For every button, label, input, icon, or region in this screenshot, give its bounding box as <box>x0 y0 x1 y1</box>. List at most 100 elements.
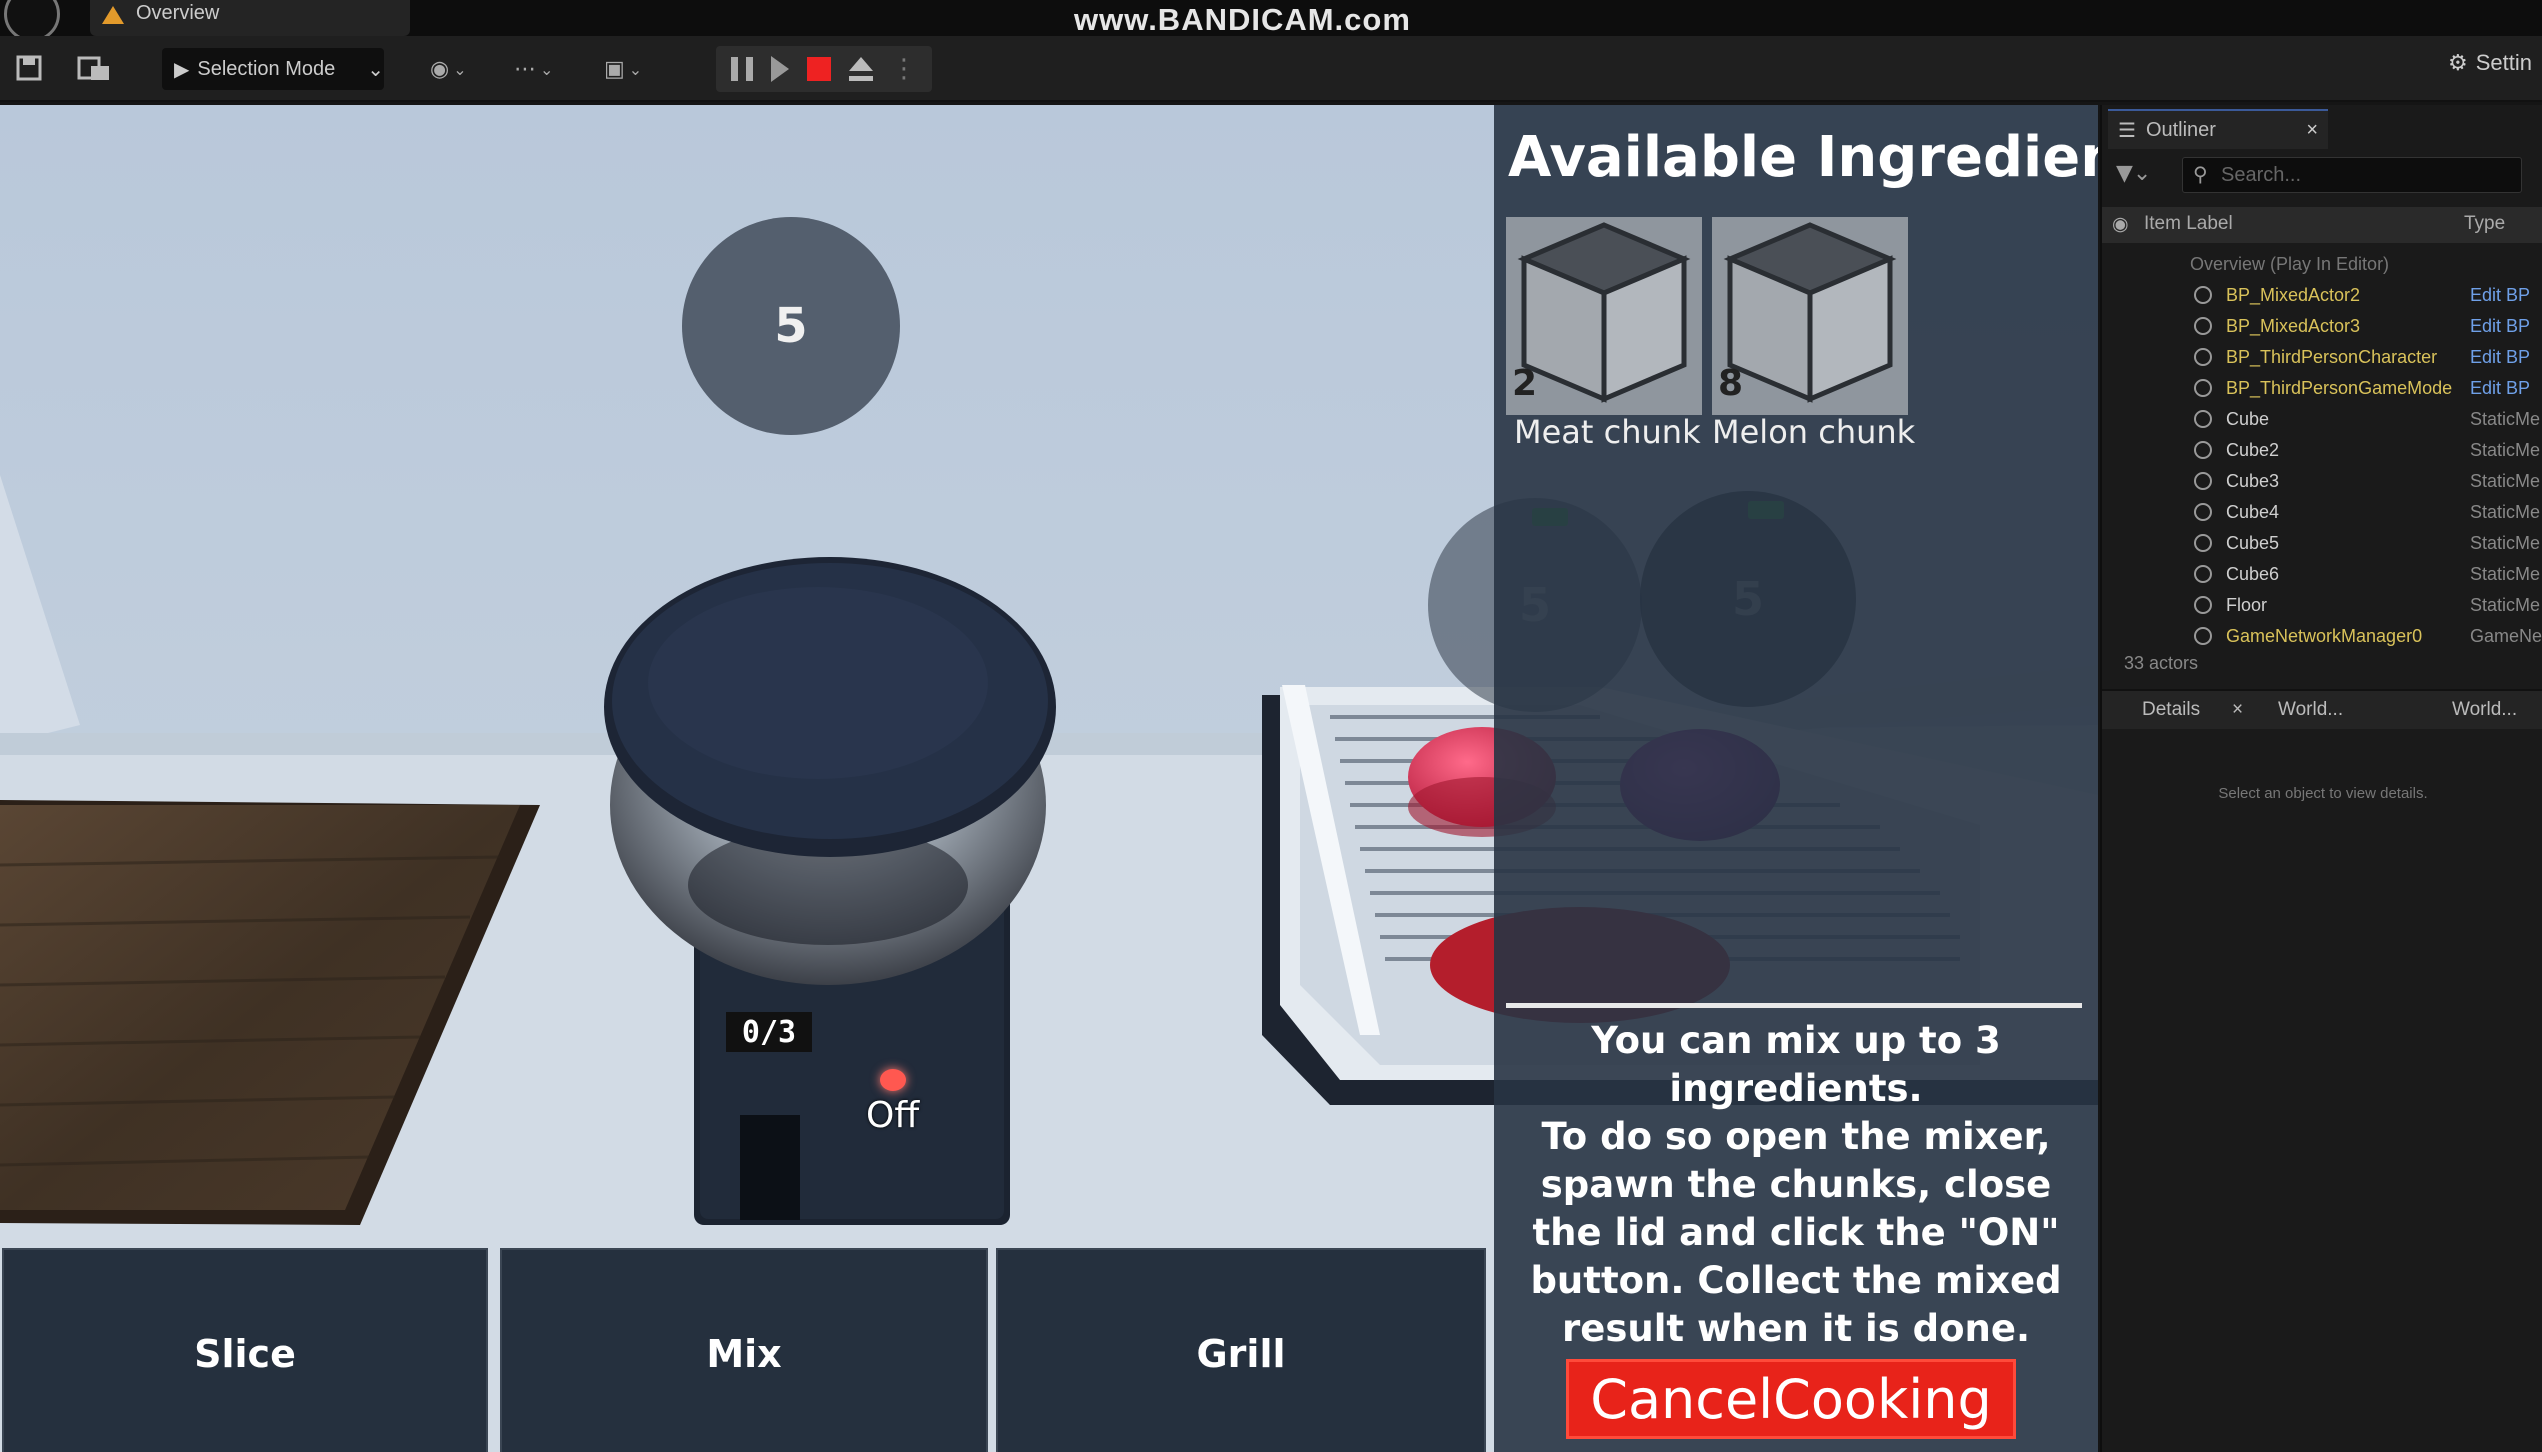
actor-type[interactable]: StaticMe <box>2470 440 2540 461</box>
ingredient-count: 2 <box>1512 363 1538 404</box>
frame-skip-icon[interactable] <box>771 56 789 82</box>
outliner-root-row[interactable]: Overview (Play In Editor) <box>2102 249 2542 280</box>
outliner-search-input[interactable]: ⚲ Search... <box>2182 157 2522 193</box>
play-controls: ⋮ <box>716 46 932 92</box>
eject-icon[interactable] <box>849 57 873 81</box>
details-tab[interactable]: Details <box>2142 699 2200 721</box>
outliner-row[interactable]: BP_ThirdPersonCharacter Edit BP <box>2102 342 2542 373</box>
actor-type[interactable]: StaticMe <box>2470 471 2540 492</box>
actor-name: Cube <box>2226 409 2270 429</box>
actor-type[interactable]: StaticMe <box>2470 502 2540 523</box>
static-mesh-icon <box>2194 503 2212 521</box>
actor-name: BP_MixedActor2 <box>2226 285 2361 305</box>
outliner-row[interactable]: BP_MixedActor2 Edit BP <box>2102 280 2542 311</box>
static-mesh-icon <box>2194 472 2212 490</box>
stop-icon[interactable] <box>807 57 831 81</box>
outliner-row[interactable]: GameNetworkManager0 GameNe <box>2102 621 2542 652</box>
blueprint-actor-icon <box>2194 348 2212 366</box>
ingredient-slot-meat[interactable]: 2 <box>1506 217 1702 415</box>
actor-type[interactable]: StaticMe <box>2470 595 2540 616</box>
actor-type[interactable]: Edit BP <box>2470 285 2530 306</box>
blueprint-actor-icon <box>2194 627 2212 645</box>
mixer-power-led[interactable] <box>880 1069 906 1091</box>
grill-button[interactable]: Grill <box>996 1248 1486 1452</box>
search-icon: ⚲ <box>2193 164 2208 186</box>
ingredients-panel: Available Ingredients 2 8 Meat chunk Mel… <box>1494 105 2098 1452</box>
ingredient-slot-melon[interactable]: 8 <box>1712 217 1908 415</box>
static-mesh-icon <box>2194 410 2212 428</box>
world-partition-tab[interactable]: World... <box>2452 699 2517 721</box>
actor-type[interactable]: Edit BP <box>2470 378 2530 399</box>
actor-name: BP_MixedActor3 <box>2226 316 2361 336</box>
selection-mode-label: Selection Mode <box>197 57 336 80</box>
outliner-row[interactable]: BP_MixedActor3 Edit BP <box>2102 311 2542 342</box>
outliner-row[interactable]: Cube3 StaticMe <box>2102 466 2542 497</box>
blueprint-icon: ⋯ <box>514 56 536 82</box>
add-actor-button[interactable]: ◉ ⌄ <box>430 50 467 88</box>
title-bar: Overview www.BANDICAM.com <box>0 0 2542 42</box>
outliner-icon: ☰ <box>2118 119 2136 142</box>
content-browser-icon[interactable] <box>74 46 114 90</box>
gear-icon: ⚙ <box>2448 50 2468 75</box>
level-tab-label: Overview <box>136 2 220 24</box>
chevron-down-icon: ⌄ <box>453 59 467 79</box>
world-settings-tab[interactable]: World... <box>2278 699 2343 721</box>
actor-name: Floor <box>2226 595 2268 615</box>
main-toolbar: ▶ Selection Mode ⌄ ◉ ⌄ ⋯ ⌄ ▣ ⌄ ⋮ ⚙ Settin <box>0 36 2542 102</box>
actor-type[interactable]: StaticMe <box>2470 564 2540 585</box>
selection-mode-dropdown[interactable]: ▶ Selection Mode ⌄ <box>162 48 384 90</box>
outliner-row[interactable]: Floor StaticMe <box>2102 590 2542 621</box>
details-empty-message: Select an object to view details. <box>2218 785 2428 802</box>
ingredient-name: Melon chunk <box>1712 413 1916 451</box>
chevron-down-icon: ⌄ <box>628 59 643 79</box>
chevron-down-icon: ⌄ <box>540 59 554 79</box>
mixer-power-label[interactable]: Off <box>866 1095 919 1136</box>
outliner-row[interactable]: Cube StaticMe <box>2102 404 2542 435</box>
mixer-ingredient-counter: 0/3 <box>726 1012 812 1052</box>
more-options-icon[interactable]: ⋮ <box>891 54 917 84</box>
actor-type[interactable]: Edit BP <box>2470 347 2530 368</box>
outliner-row[interactable]: Cube2 StaticMe <box>2102 435 2542 466</box>
cancel-cooking-button[interactable]: CancelCooking <box>1566 1359 2016 1439</box>
outliner-row[interactable]: Cube4 StaticMe <box>2102 497 2542 528</box>
cube-icon <box>1517 222 1691 403</box>
blueprints-button[interactable]: ⋯ ⌄ <box>514 50 553 88</box>
actor-type[interactable]: GameNe <box>2470 626 2542 647</box>
actor-type[interactable]: StaticMe <box>2470 533 2540 554</box>
cinematics-button[interactable]: ▣ ⌄ <box>604 50 642 88</box>
actor-type[interactable]: StaticMe <box>2470 409 2540 430</box>
filter-icon[interactable]: ▼⌄ <box>2116 161 2151 186</box>
save-icon[interactable] <box>12 46 46 90</box>
type-column[interactable]: Type <box>2464 213 2505 235</box>
outliner-tab[interactable]: ☰ Outliner × <box>2108 109 2328 149</box>
mix-button[interactable]: Mix <box>500 1248 988 1452</box>
actor-name: Cube6 <box>2226 564 2280 584</box>
outliner-row[interactable]: BP_ThirdPersonGameMode Edit BP <box>2102 373 2542 404</box>
outliner-list: Overview (Play In Editor) BP_MixedActor2… <box>2102 249 2542 652</box>
settings-button[interactable]: ⚙ Settin <box>2448 50 2532 76</box>
outliner-row[interactable]: Cube6 StaticMe <box>2102 559 2542 590</box>
blueprint-actor-icon <box>2194 317 2212 335</box>
close-icon[interactable]: × <box>2232 699 2243 721</box>
outliner-tab-label: Outliner <box>2145 118 2216 141</box>
ingredients-title: Available Ingredients <box>1508 125 2098 190</box>
pause-icon[interactable] <box>731 57 753 81</box>
close-icon[interactable]: × <box>2306 119 2318 142</box>
root-label: Overview (Play In Editor) <box>2190 254 2390 274</box>
settings-label: Settin <box>2475 50 2532 75</box>
outliner-row[interactable]: Cube5 StaticMe <box>2102 528 2542 559</box>
level-viewport[interactable]: 5 5 5 0/3 Off Slice Mix Grill Available … <box>0 105 2098 1452</box>
level-tab[interactable]: Overview <box>90 0 410 36</box>
visibility-icon[interactable]: ◉ <box>2112 213 2129 236</box>
clapperboard-icon: ▣ <box>604 56 625 82</box>
cube-icon <box>1723 222 1897 403</box>
ingredient-name: Meat chunk <box>1514 413 1701 451</box>
item-label-column[interactable]: Item Label <box>2144 213 2233 235</box>
actor-count: 33 actors <box>2124 653 2199 673</box>
actor-name: Cube5 <box>2226 533 2280 553</box>
static-mesh-icon <box>2194 596 2212 614</box>
cursor-icon: ▶ <box>174 58 190 81</box>
slice-button[interactable]: Slice <box>2 1248 488 1452</box>
mixer-instructions: You can mix up to 3 ingredients. To do s… <box>1530 1019 2062 1350</box>
actor-type[interactable]: Edit BP <box>2470 316 2530 337</box>
